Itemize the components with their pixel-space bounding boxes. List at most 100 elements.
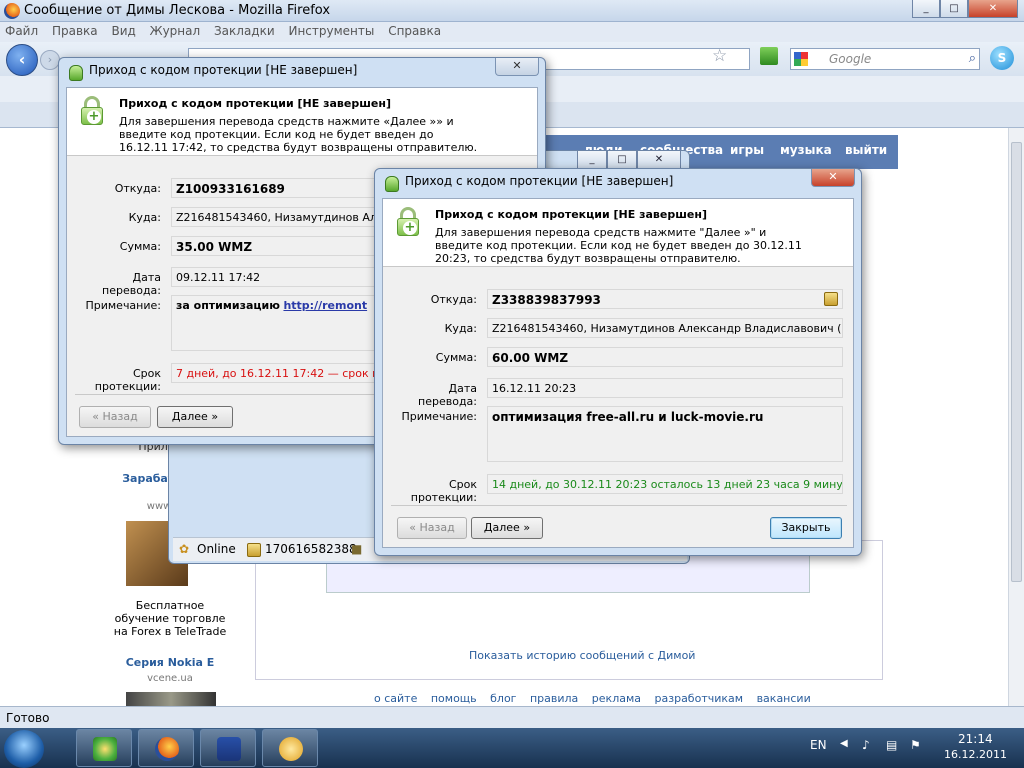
firefox-icon [155, 737, 179, 761]
menu-tools[interactable]: Инструменты [283, 22, 379, 40]
nav-music[interactable]: музыка [780, 143, 832, 157]
lock-plus-icon: + [81, 96, 103, 125]
status-icon: ✿ [179, 542, 190, 556]
tray-arrow-icon[interactable]: ◀ [840, 738, 848, 749]
page-scrollbar[interactable] [1008, 128, 1024, 706]
promo2-caption[interactable]: Бесплатное обучение торговле на Forex в … [110, 599, 230, 638]
maximize-button[interactable]: □ [940, 0, 968, 18]
taskbar-icq[interactable] [76, 729, 132, 767]
footer-links: о сайте помощь блог правила реклама разр… [374, 692, 821, 705]
footer-developers[interactable]: разработчикам [655, 692, 744, 705]
footer-rules[interactable]: правила [530, 692, 578, 705]
to-value: Z216481543460, Низамутдинов Александр Вл… [487, 318, 843, 338]
dialog2-title: Приход с кодом протекции [НЕ завершен] [405, 174, 674, 188]
nav-logout[interactable]: выйти [845, 143, 887, 157]
scrollbar-thumb[interactable] [1011, 142, 1022, 582]
start-icon[interactable] [4, 730, 44, 768]
status-text: Готово [6, 711, 50, 725]
promo3-url: vcene.ua [147, 673, 193, 684]
floppy-icon [217, 737, 241, 761]
menu-view[interactable]: Вид [106, 22, 140, 40]
skype-icon[interactable]: S [990, 46, 1014, 70]
wmid-value: 170616582388 [265, 542, 357, 556]
dialog2-close-button[interactable]: Закрыть [770, 517, 842, 539]
dialog1-title: Приход с кодом протекции [НЕ завершен] [89, 63, 358, 77]
online-status[interactable]: Online [197, 542, 236, 556]
term-value: 14 дней, до 30.12.11 20:23 осталось 13 д… [487, 474, 843, 494]
promo3-image[interactable] [126, 692, 216, 706]
footer-ads[interactable]: реклама [592, 692, 641, 705]
term-label: Срок протекции: [94, 367, 161, 393]
messenger-close-button[interactable]: ✕ [637, 151, 681, 169]
purse-icon[interactable]: ■ [351, 542, 362, 556]
footer-jobs[interactable]: вакансии [757, 692, 811, 705]
icq-icon [93, 737, 117, 761]
forward-icon[interactable]: › [40, 50, 60, 70]
search-icon[interactable]: ⌕ [969, 51, 976, 66]
footer-blog[interactable]: блог [490, 692, 516, 705]
search-placeholder: Google [829, 52, 872, 66]
history-link[interactable]: Показать историю сообщений с Димой [469, 649, 695, 662]
from-label: Откуда: [430, 293, 477, 306]
from-value: Z100933161689 [171, 178, 391, 198]
note-label: Примечание: [401, 410, 477, 423]
dialog1-back-button[interactable]: « Назад [79, 406, 151, 428]
dialog2-client: + Приход с кодом протекции [НЕ завершен]… [382, 198, 854, 548]
term-label: Срок протекции: [410, 478, 477, 504]
menu-edit[interactable]: Правка [47, 22, 103, 40]
from-value: Z338839837993 [487, 289, 843, 309]
nav-games[interactable]: игры [730, 143, 764, 157]
webmoney-icon [279, 737, 303, 761]
note-value[interactable]: оптимизация free-all.ru и luck-movie.ru [487, 406, 843, 462]
language-indicator[interactable]: EN [810, 738, 827, 752]
back-icon[interactable]: ‹ [6, 44, 38, 76]
taskbar: EN ◀ ♪ ▤ ⚑ 21:14 16.12.2011 [0, 728, 1024, 768]
clock-date[interactable]: 16.12.2011 [944, 748, 1007, 761]
network-icon[interactable]: ▤ [886, 738, 897, 752]
dialog1-header: + Приход с кодом протекции [НЕ завершен]… [67, 88, 537, 156]
protection-dialog-2: Приход с кодом протекции [НЕ завершен] ✕… [374, 168, 862, 556]
dialog2-header: + Приход с кодом протекции [НЕ завершен]… [383, 199, 853, 267]
browser-titlebar: Сообщение от Димы Лескова - Mozilla Fire… [0, 0, 1024, 22]
footer-about[interactable]: о сайте [374, 692, 417, 705]
taskbar-save[interactable] [200, 729, 256, 767]
note-link[interactable]: http://remont [283, 299, 367, 312]
sum-value: 35.00 WMZ [171, 236, 391, 256]
star-icon[interactable]: ☆ [712, 46, 727, 66]
messenger-minimize-button[interactable]: _ [577, 151, 607, 169]
menu-bookmarks[interactable]: Закладки [209, 22, 280, 40]
footer-help[interactable]: помощь [431, 692, 477, 705]
taskbar-webmoney[interactable] [262, 729, 318, 767]
dialog2-next-button[interactable]: Далее » [471, 517, 543, 539]
taskbar-firefox[interactable] [138, 729, 194, 767]
dialog1-next-button[interactable]: Далее » [157, 406, 233, 428]
to-label: Куда: [444, 322, 477, 335]
dialog2-back-button[interactable]: « Назад [397, 517, 467, 539]
search-input[interactable]: Google ⌕ [790, 48, 980, 70]
dialog1-close-button[interactable]: ✕ [495, 58, 539, 76]
flag-icon[interactable]: ⚑ [910, 738, 921, 752]
dialog2-description: Для завершения перевода средств нажмите … [435, 226, 802, 265]
dialog2-close-x-button[interactable]: ✕ [811, 169, 855, 187]
google-icon [794, 52, 808, 66]
dialog2-separator [391, 505, 847, 506]
term-value: 7 дней, до 16.12.11 17:42 — срок истек [171, 363, 391, 383]
close-button[interactable]: ✕ [968, 0, 1018, 18]
minimize-button[interactable]: _ [912, 0, 940, 18]
menu-history[interactable]: Журнал [145, 22, 206, 40]
menu-file[interactable]: Файл [0, 22, 43, 40]
menu-help[interactable]: Справка [383, 22, 446, 40]
download-icon[interactable] [760, 47, 778, 65]
dialog1-description: Для завершения перевода средств нажмите … [119, 115, 478, 154]
promo3-title[interactable]: Серия Nokia E [110, 656, 230, 669]
date-value: 16.12.11 20:23 [487, 378, 843, 398]
volume-icon[interactable]: ♪ [862, 738, 870, 752]
clock-time[interactable]: 21:14 [958, 732, 993, 746]
note-label: Примечание: [85, 299, 161, 312]
purse-icon[interactable] [824, 292, 838, 306]
sum-label: Сумма: [435, 351, 477, 364]
messenger-maximize-button[interactable]: □ [607, 151, 637, 169]
lock-plus-icon: + [397, 207, 419, 236]
dialog1-heading: Приход с кодом протекции [НЕ завершен] [119, 97, 391, 110]
to-value: Z216481543460, Низамутдинов Александр [171, 207, 391, 227]
